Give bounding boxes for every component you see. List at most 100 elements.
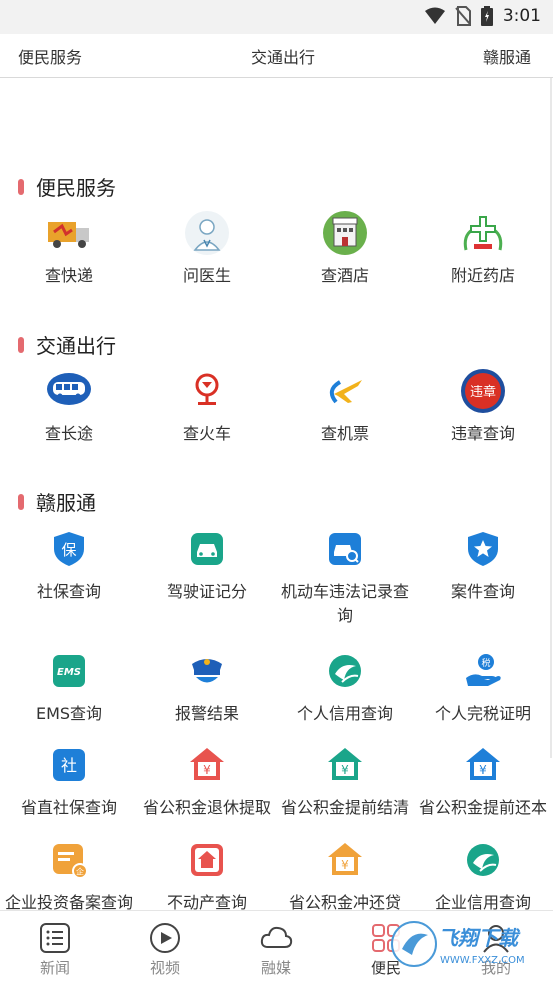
grid-item-vehicle-violation[interactable]: 机动车违法记录查询 bbox=[276, 526, 414, 628]
grid-item-real-estate[interactable]: 不动产查询 bbox=[138, 837, 276, 915]
grid-item-personal-credit[interactable]: 个人信用查询 bbox=[276, 648, 414, 726]
section-title-text: 交通出行 bbox=[36, 334, 116, 358]
svg-text:¥: ¥ bbox=[341, 763, 349, 777]
watermark-logo: 飞翔下载 WWW.FXXZ.COM bbox=[391, 921, 525, 967]
pharmacy-icon bbox=[463, 216, 503, 251]
grid-item-violation[interactable]: 违章 违章查询 bbox=[414, 368, 552, 446]
video-icon bbox=[150, 923, 180, 953]
grid-item-express[interactable]: 查快递 bbox=[0, 210, 138, 288]
fund-house-icon: ¥ bbox=[328, 843, 362, 875]
nav-media[interactable]: 融媒 bbox=[236, 921, 316, 978]
svg-text:¥: ¥ bbox=[479, 763, 487, 777]
real-estate-icon bbox=[191, 844, 223, 876]
bus-icon bbox=[47, 373, 91, 405]
grid-item-hotel[interactable]: 查酒店 bbox=[276, 210, 414, 288]
grid-item-label: 问医生 bbox=[182, 266, 231, 285]
svg-text:违章: 违章 bbox=[470, 384, 496, 400]
doctor-icon bbox=[185, 211, 229, 255]
grid-item-fund-prepay[interactable]: ¥ 省公积金提前还本 bbox=[414, 742, 552, 820]
status-time: 3:01 bbox=[502, 6, 541, 26]
grid-item-label: 附近药店 bbox=[450, 266, 515, 285]
grid-item-enterprise-credit[interactable]: 企业信用查询 bbox=[414, 837, 552, 915]
grid-item-label: 查机票 bbox=[320, 424, 369, 443]
tax-hand-icon: 税 bbox=[466, 654, 501, 686]
grid-item-fund-retire[interactable]: ¥ 省公积金退休提取 bbox=[138, 742, 276, 820]
violation-icon: 违章 bbox=[461, 369, 505, 413]
grid-item-label: 社保查询 bbox=[36, 582, 101, 601]
police-icon bbox=[192, 659, 222, 683]
airplane-icon bbox=[329, 380, 362, 404]
grid-item-label: EMS查询 bbox=[35, 704, 103, 723]
svg-text:WWW.FXXZ.COM: WWW.FXXZ.COM bbox=[440, 955, 525, 966]
grid-item-label: 省直社保查询 bbox=[20, 798, 117, 817]
section-title-ganfutong: 赣服通 bbox=[18, 487, 96, 516]
grid-item-driver-license[interactable]: 驾驶证记分 bbox=[138, 526, 276, 604]
news-icon bbox=[40, 923, 70, 953]
grid-item-provincial-social[interactable]: 社 省直社保查询 bbox=[0, 742, 138, 820]
grid-item-pharmacy[interactable]: 附近药店 bbox=[414, 210, 552, 288]
no-sim-icon bbox=[455, 6, 471, 26]
nav-label: 新闻 bbox=[39, 959, 70, 977]
grid-item-label: 查酒店 bbox=[320, 266, 369, 285]
grid-item-label: 个人信用查询 bbox=[296, 704, 393, 723]
fund-house-icon: ¥ bbox=[466, 748, 500, 780]
svg-text:企: 企 bbox=[76, 867, 84, 877]
nav-label: 视频 bbox=[149, 959, 180, 977]
social-security-icon: 保 bbox=[54, 532, 84, 566]
grid-item-label: 报警结果 bbox=[174, 704, 239, 723]
tab-traffic[interactable]: 交通出行 bbox=[251, 44, 315, 68]
section-title-text: 便民服务 bbox=[36, 176, 116, 200]
grid-item-label: 驾驶证记分 bbox=[166, 582, 247, 601]
cloud-icon bbox=[260, 926, 293, 948]
battery-icon bbox=[480, 6, 493, 26]
tab-ganfutong[interactable]: 赣服通 bbox=[483, 44, 531, 68]
grid-item-label: 省公积金退休提取 bbox=[142, 798, 271, 817]
grid-item-social-security[interactable]: 保 社保查询 bbox=[0, 526, 138, 604]
grid-item-label: 查火车 bbox=[182, 424, 231, 443]
grid-item-tax[interactable]: 税 个人完税证明 bbox=[414, 648, 552, 726]
social-security-provincial-icon: 社 bbox=[53, 749, 85, 781]
tab-convenience[interactable]: 便民服务 bbox=[18, 44, 82, 68]
section-marker bbox=[18, 493, 24, 510]
grid-item-fund-offset[interactable]: ¥ 省公积金冲还贷 bbox=[276, 837, 414, 915]
section-title-text: 赣服通 bbox=[36, 491, 96, 515]
vehicle-search-icon bbox=[329, 533, 361, 565]
grid-item-bus[interactable]: 查长途 bbox=[0, 368, 138, 446]
section-title-traffic: 交通出行 bbox=[18, 330, 116, 359]
grid-item-label: 查快递 bbox=[44, 266, 93, 285]
svg-text:¥: ¥ bbox=[341, 858, 349, 872]
grid-item-label: 案件查询 bbox=[450, 582, 515, 601]
section-marker bbox=[18, 178, 24, 195]
svg-text:社: 社 bbox=[61, 756, 77, 775]
grid-item-label: 省公积金提前还本 bbox=[418, 798, 547, 817]
fund-house-icon: ¥ bbox=[190, 748, 224, 780]
ems-icon: EMS bbox=[53, 655, 85, 687]
grid-item-fund-settle[interactable]: ¥ 省公积金提前结清 bbox=[276, 742, 414, 820]
nav-label: 融媒 bbox=[260, 959, 291, 977]
nav-news[interactable]: 新闻 bbox=[15, 921, 95, 978]
car-icon bbox=[191, 533, 223, 565]
svg-text:税: 税 bbox=[481, 657, 490, 669]
status-bar: 3:01 bbox=[0, 0, 553, 34]
nav-video[interactable]: 视频 bbox=[125, 921, 205, 978]
grid-item-enterprise-invest[interactable]: 企 企业投资备案查询 bbox=[0, 837, 138, 915]
grid-item-train[interactable]: 查火车 bbox=[138, 368, 276, 446]
railway-icon bbox=[195, 373, 219, 405]
grid-item-flight[interactable]: 查机票 bbox=[276, 368, 414, 446]
wifi-icon bbox=[424, 7, 445, 24]
credit-icon bbox=[467, 844, 499, 876]
grid-item-label: 违章查询 bbox=[450, 424, 515, 443]
grid-item-doctor[interactable]: 问医生 bbox=[138, 210, 276, 288]
grid-item-case[interactable]: 案件查询 bbox=[414, 526, 552, 604]
svg-text:飞翔下载: 飞翔下载 bbox=[438, 926, 521, 950]
grid-item-label: 省公积金提前结清 bbox=[280, 798, 409, 817]
case-star-icon bbox=[468, 532, 498, 566]
section-marker bbox=[18, 336, 24, 353]
grid-item-police[interactable]: 报警结果 bbox=[138, 648, 276, 726]
grid-item-ems[interactable]: EMS EMS查询 bbox=[0, 648, 138, 726]
hotel-icon bbox=[323, 211, 367, 255]
grid-item-label: 个人完税证明 bbox=[434, 704, 531, 723]
enterprise-invest-icon: 企 bbox=[53, 844, 88, 879]
section-title-convenience: 便民服务 bbox=[18, 172, 116, 201]
top-tabs: 便民服务 交通出行 赣服通 bbox=[0, 34, 553, 78]
